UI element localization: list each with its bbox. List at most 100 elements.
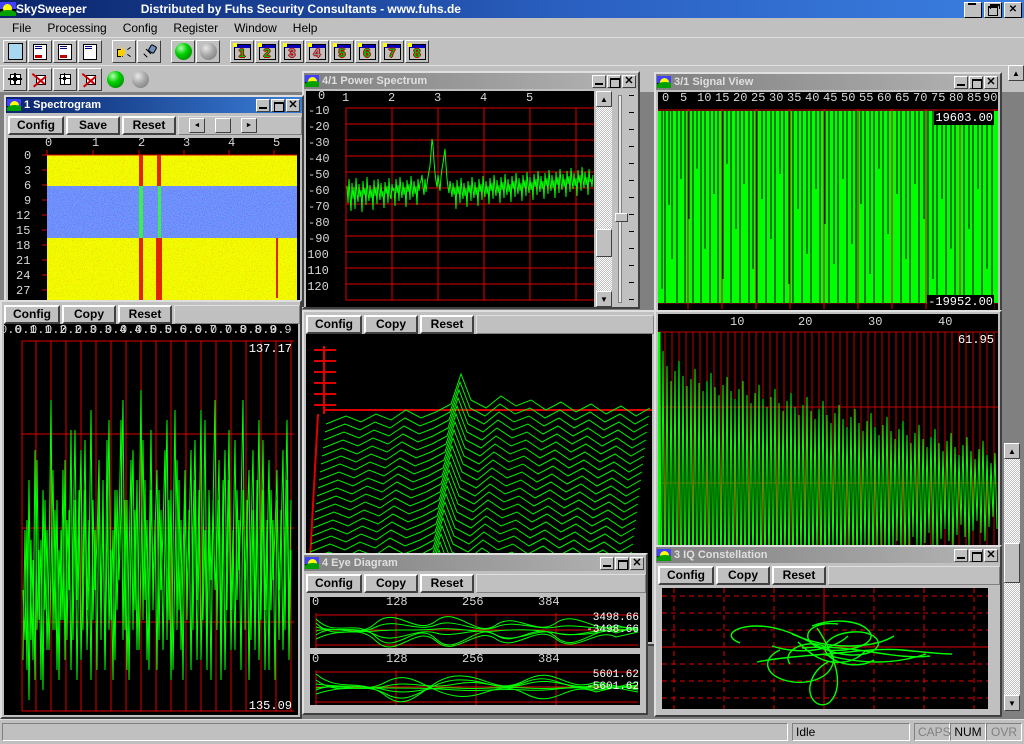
scroll-left-button[interactable]: ◄ <box>189 118 205 133</box>
menu-register[interactable]: Register <box>165 19 226 37</box>
signal-view-plot[interactable]: 0 5 10 15 20 25 30 35 40 45 50 55 60 65 … <box>658 92 998 310</box>
close-button[interactable]: ✕ <box>630 557 644 570</box>
spectrogram-titlebar[interactable]: 1 Spectrogram ✕ <box>6 97 302 113</box>
save-as-button[interactable] <box>78 40 102 63</box>
reset-button[interactable]: Reset <box>420 574 474 593</box>
maximize-button[interactable] <box>607 75 621 88</box>
window-button-7[interactable]: 7 <box>380 40 404 63</box>
reset-button[interactable]: Reset <box>772 566 826 585</box>
window-button-8[interactable]: 8 <box>405 40 429 63</box>
config-button[interactable]: Config <box>658 566 714 585</box>
window-button-3[interactable]: 3 <box>280 40 304 63</box>
scroll-up-button[interactable]: ▲ <box>1008 65 1024 81</box>
copy-button[interactable]: Copy <box>364 315 418 334</box>
green-led-icon <box>107 71 124 88</box>
restore-button[interactable] <box>984 2 1002 18</box>
power-spectrum-plot[interactable]: 1 2 3 4 5 0 -10 -20 -30 -40 -50 -60 -70 … <box>306 91 594 307</box>
delete-region-button[interactable] <box>78 68 102 91</box>
eye-diagram-button-row: Config Copy Reset <box>304 571 646 593</box>
close-button[interactable]: ✕ <box>984 549 998 562</box>
eye-diagram-titlebar[interactable]: 4 Eye Diagram ✕ <box>304 555 646 571</box>
stop-button[interactable] <box>196 40 220 63</box>
window-button-6[interactable]: 6 <box>355 40 379 63</box>
window-controls: ✕ <box>964 2 1022 18</box>
window-spectrogram: 1 Spectrogram ✕ Config Save Reset ◄ ► 0 <box>4 95 304 307</box>
eye-i-min-label: -3498.66 <box>586 624 639 636</box>
power-spectrum-vscrollbar[interactable]: ▲ ▼ <box>596 91 612 307</box>
speaker-button[interactable] <box>112 40 136 63</box>
scroll-thumb[interactable] <box>1004 543 1020 583</box>
spectrogram-plot[interactable]: 0 1 2 3 4 5 0 3 6 9 12 15 18 21 24 27 <box>8 138 300 305</box>
reset-button[interactable]: Reset <box>118 305 172 324</box>
scroll-thumb[interactable] <box>215 118 231 133</box>
minimize-button[interactable] <box>592 75 606 88</box>
eye-diagram-plot-i[interactable]: 0 128 256 384 <box>310 597 640 648</box>
microphone-icon <box>142 44 156 60</box>
eye-i-max-label: 3498.66 <box>593 612 639 624</box>
close-button[interactable]: ✕ <box>622 75 636 88</box>
iq-constellation-vscrollbar[interactable]: ▲ ▼ <box>1004 443 1020 711</box>
delete-marker-button[interactable] <box>28 68 52 91</box>
menu-file[interactable]: File <box>4 19 39 37</box>
run-button[interactable] <box>103 68 127 91</box>
close-button[interactable]: ✕ <box>984 76 998 89</box>
iq-constellation-titlebar[interactable]: 3 IQ Constellation ✕ <box>656 547 1000 563</box>
minimize-button[interactable] <box>256 99 270 112</box>
close-button[interactable]: ✕ <box>286 99 300 112</box>
open-file-icon <box>33 44 47 60</box>
minimize-button[interactable] <box>964 2 982 18</box>
signal-view-titlebar[interactable]: 3/1 Signal View ✕ <box>656 74 1000 90</box>
minimize-button[interactable] <box>600 557 614 570</box>
copy-button[interactable]: Copy <box>62 305 116 324</box>
mdi-vscrollbar[interactable]: ▲ <box>1008 65 1024 81</box>
halt-button[interactable] <box>128 68 152 91</box>
scroll-up-button[interactable]: ▲ <box>1004 443 1020 459</box>
window-button-5[interactable]: 5 <box>330 40 354 63</box>
power-spectrum-titlebar[interactable]: 4/1 Power Spectrum ✕ <box>304 73 638 89</box>
iq-constellation-trace <box>662 588 988 709</box>
spectrogram-scroll-area[interactable]: ◄ ► <box>178 116 302 135</box>
delete-region-icon <box>83 73 98 87</box>
window-button-1[interactable]: 1 <box>230 40 254 63</box>
menu-window[interactable]: Window <box>226 19 285 37</box>
close-button[interactable]: ✕ <box>1004 2 1022 18</box>
maximize-button[interactable] <box>969 549 983 562</box>
menu-config[interactable]: Config <box>115 19 166 37</box>
scroll-up-button[interactable]: ▲ <box>596 91 612 107</box>
open-file-button[interactable] <box>28 40 52 63</box>
minimize-button[interactable] <box>954 549 968 562</box>
eye-diagram-plot-q[interactable]: 0 128 256 384 <box>310 654 640 705</box>
slider-thumb[interactable] <box>615 213 628 222</box>
copy-button[interactable]: Copy <box>716 566 770 585</box>
copy-button[interactable]: Copy <box>364 574 418 593</box>
maximize-button[interactable] <box>969 76 983 89</box>
menu-processing[interactable]: Processing <box>39 19 114 37</box>
config-button[interactable]: Config <box>8 116 64 135</box>
save-file-button[interactable] <box>53 40 77 63</box>
reset-button[interactable]: Reset <box>122 116 176 135</box>
config-button[interactable]: Config <box>4 305 60 324</box>
config-button[interactable]: Config <box>306 315 362 334</box>
add-marker-button[interactable] <box>3 68 27 91</box>
scroll-right-button[interactable]: ► <box>241 118 257 133</box>
scroll-down-button[interactable]: ▼ <box>596 291 612 307</box>
microphone-button[interactable] <box>137 40 161 63</box>
window-button-4[interactable]: 4 <box>305 40 329 63</box>
reset-button[interactable]: Reset <box>420 315 474 334</box>
power-spectrum-slider[interactable] <box>614 91 638 307</box>
window-button-2[interactable]: 2 <box>255 40 279 63</box>
maximize-button[interactable] <box>271 99 285 112</box>
new-capture-button[interactable] <box>3 40 27 63</box>
save-button[interactable]: Save <box>66 116 120 135</box>
spectrum-time-plot[interactable]: 0.0 0.1 0.1 0.2 0.2 0.3 0.3 0.4 0.4 0.5 … <box>4 324 298 715</box>
menu-help[interactable]: Help <box>285 19 326 37</box>
iq-constellation-plot[interactable] <box>662 588 988 709</box>
scroll-thumb[interactable] <box>596 229 612 257</box>
mdi-client-area: 4/1 Power Spectrum ✕ 1 2 3 4 5 0 -10 -20… <box>0 92 1024 719</box>
scroll-down-button[interactable]: ▼ <box>1004 695 1020 711</box>
minimize-button[interactable] <box>954 76 968 89</box>
start-button[interactable] <box>171 40 195 63</box>
maximize-button[interactable] <box>615 557 629 570</box>
add-region-button[interactable] <box>53 68 77 91</box>
config-button[interactable]: Config <box>306 574 362 593</box>
